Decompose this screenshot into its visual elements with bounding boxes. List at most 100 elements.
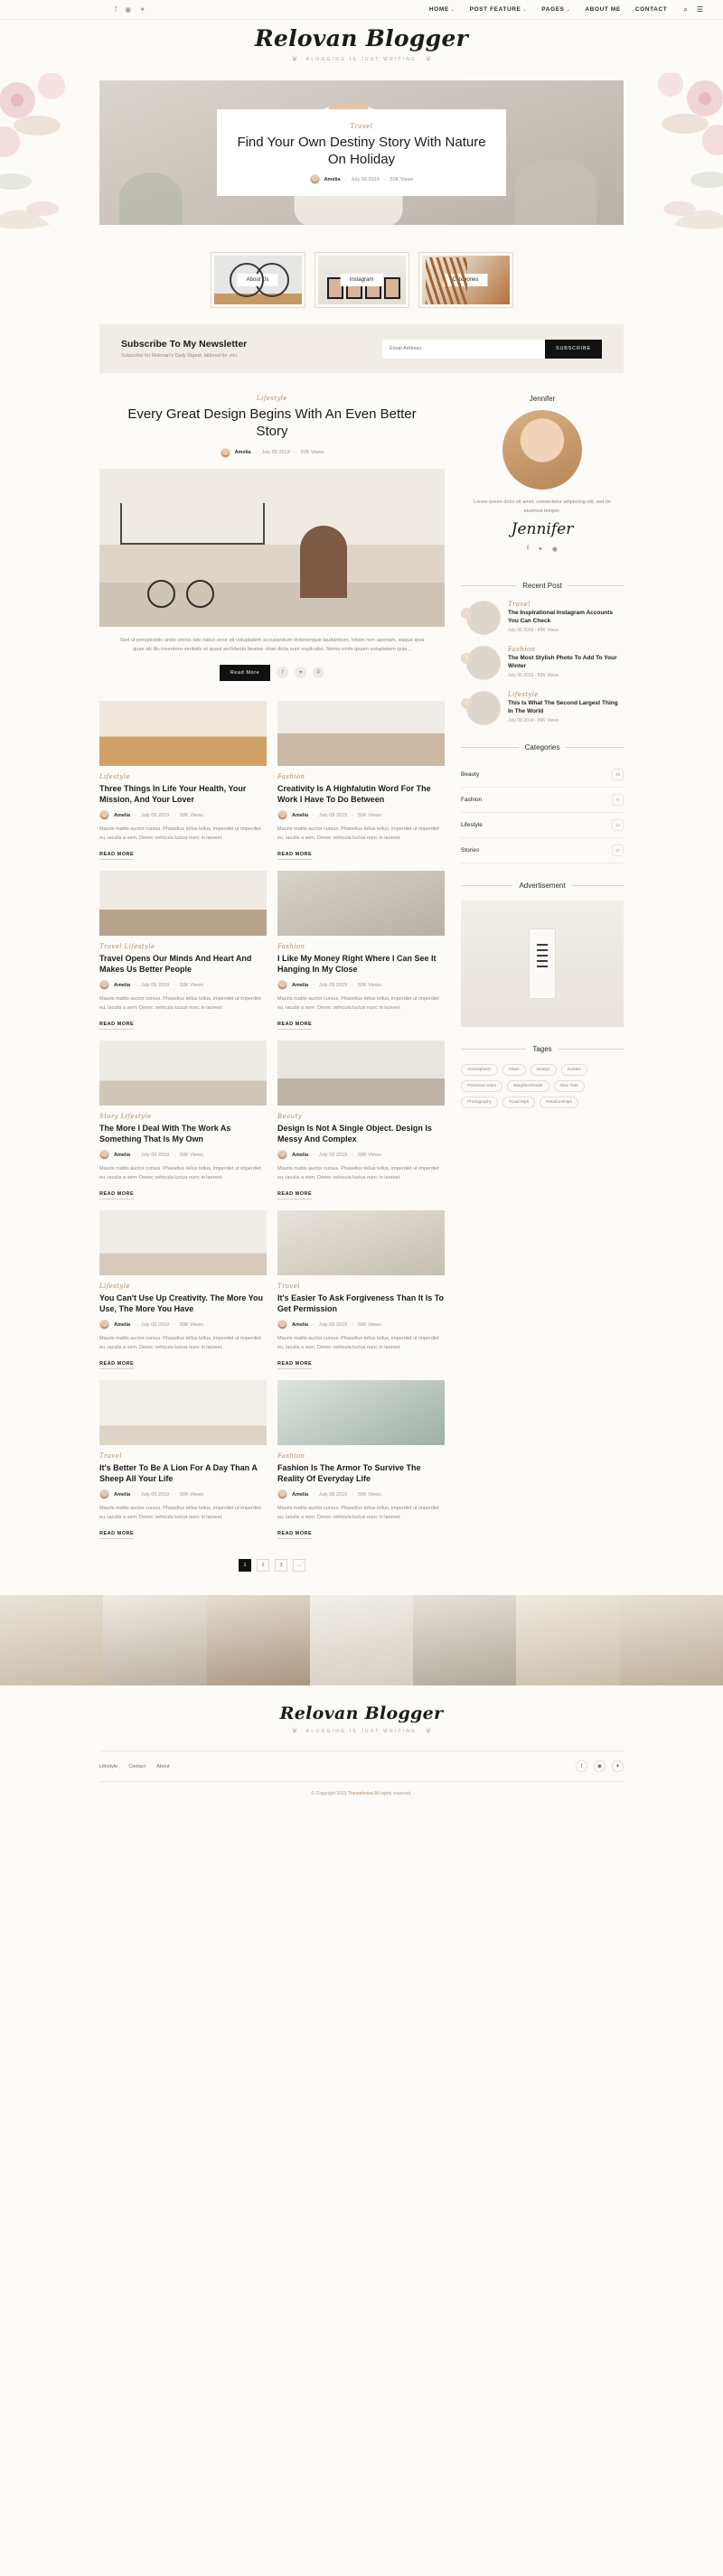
tag-atmospheric[interactable]: Atmospheric (461, 1063, 498, 1076)
recent-post-title[interactable]: This Is What The Second Largest Thing In… (508, 700, 624, 716)
post-title[interactable]: Creativity Is A Highfalutin Word For The… (277, 783, 445, 805)
post-category[interactable]: Fashion (277, 943, 445, 950)
instagram-icon[interactable]: ◉ (125, 5, 131, 14)
featured-author[interactable]: Amelia (235, 450, 251, 455)
advertisement-banner[interactable] (461, 900, 624, 1027)
category-item-fashion[interactable]: Fashion 9 (461, 788, 624, 813)
post-category[interactable]: Travel Lifestyle (99, 943, 267, 950)
twitter-icon[interactable]: ✦ (295, 667, 307, 679)
footer-link-about[interactable]: About (156, 1764, 169, 1769)
post-thumbnail[interactable] (99, 700, 267, 766)
instagram-photo[interactable] (619, 1595, 723, 1686)
post-title[interactable]: Three Things In Life Your Health, Your M… (99, 783, 267, 805)
read-more-link[interactable]: READ MORE (99, 1022, 135, 1031)
recent-post-item[interactable]: 1 Travel The Inspirational Instagram Acc… (461, 600, 624, 635)
hero-author[interactable]: Amelia (324, 177, 341, 182)
tag-relationships[interactable]: Relationships (540, 1096, 578, 1108)
instagram-icon[interactable]: ◉ (594, 1760, 606, 1773)
category-item-beauty[interactable]: Beauty 19 (461, 762, 624, 788)
instagram-photo[interactable] (206, 1595, 310, 1686)
category-item-stories[interactable]: Stories 17 (461, 838, 624, 863)
read-more-link[interactable]: READ MORE (277, 1022, 313, 1031)
post-title[interactable]: I Like My Money Right Where I Can See It… (277, 953, 445, 975)
recent-post-category[interactable]: Travel (508, 601, 624, 608)
post-thumbnail[interactable] (99, 1210, 267, 1276)
twitter-icon[interactable]: ✦ (612, 1760, 624, 1773)
nav-item-about-me[interactable]: ABOUT ME (585, 6, 620, 13)
hero-category[interactable]: Travel (230, 123, 493, 130)
feature-box-instagram[interactable]: Instagram (314, 252, 409, 308)
post-category[interactable]: Travel (277, 1283, 445, 1290)
tag-new-york[interactable]: New York (553, 1079, 585, 1092)
pagination-page-3[interactable]: 3 (275, 1559, 287, 1573)
copyright-brand[interactable]: Themeforest (348, 1791, 373, 1797)
post-author[interactable]: Amelia (114, 1322, 130, 1328)
recent-post-category[interactable]: Fashion (508, 646, 624, 653)
nav-item-pages[interactable]: PAGES ⌄ (541, 6, 570, 13)
post-thumbnail[interactable] (277, 871, 445, 936)
post-thumbnail[interactable] (277, 1210, 445, 1276)
post-author[interactable]: Amelia (114, 813, 130, 818)
post-title[interactable]: You Can't Use Up Creativity. The More Yo… (99, 1293, 267, 1314)
post-title[interactable]: Design Is Not A Single Object. Design Is… (277, 1123, 445, 1144)
twitter-icon[interactable]: ✦ (538, 546, 543, 553)
search-icon[interactable]: ⌕ (683, 5, 687, 14)
post-category[interactable]: Lifestyle (99, 773, 267, 780)
post-author[interactable]: Amelia (292, 983, 308, 988)
read-more-button[interactable]: Read More (219, 664, 271, 681)
post-thumbnail[interactable] (277, 700, 445, 766)
instagram-icon[interactable]: ◉ (552, 546, 558, 553)
post-title[interactable]: It's Easier To Ask Forgiveness Than It I… (277, 1293, 445, 1314)
post-author[interactable]: Amelia (292, 813, 308, 818)
post-category[interactable]: Lifestyle (99, 1283, 267, 1290)
site-logo[interactable]: Relovan Blogger (0, 27, 723, 50)
recent-post-thumbnail[interactable] (466, 690, 501, 725)
instagram-photo[interactable] (413, 1595, 517, 1686)
nav-item-home[interactable]: HOME ⌄ (429, 6, 455, 13)
post-thumbnail[interactable] (99, 1380, 267, 1446)
post-thumbnail[interactable] (99, 1041, 267, 1106)
feature-box-categories[interactable]: Categories (418, 252, 513, 308)
nav-item-post-feature[interactable]: POST FEATURE ⌄ (470, 6, 528, 13)
footer-link-lifestyle[interactable]: Lifestyle (99, 1764, 117, 1769)
pagination-page-1[interactable]: 1 (239, 1559, 251, 1573)
read-more-link[interactable]: READ MORE (277, 852, 313, 860)
featured-title[interactable]: Every Great Design Begins With An Even B… (125, 406, 419, 441)
tag-design[interactable]: Design (530, 1063, 557, 1076)
subscribe-button[interactable]: SUBSCRIBE (545, 339, 602, 359)
instagram-photo[interactable] (0, 1595, 104, 1686)
post-category[interactable]: Fashion (277, 773, 445, 780)
post-author[interactable]: Amelia (292, 1492, 308, 1498)
post-author[interactable]: Amelia (292, 1322, 308, 1328)
tag-road-trips[interactable]: Road trips (502, 1096, 536, 1108)
read-more-link[interactable]: READ MORE (99, 852, 135, 860)
hero-title[interactable]: Find Your Own Destiny Story With Nature … (230, 135, 493, 169)
menu-icon[interactable]: ☰ (697, 5, 703, 14)
pinterest-icon[interactable]: P (313, 667, 325, 679)
post-thumbnail[interactable] (277, 1380, 445, 1446)
instagram-photo[interactable] (309, 1595, 414, 1686)
post-category[interactable]: Fashion (277, 1452, 445, 1460)
read-more-link[interactable]: READ MORE (99, 1531, 135, 1540)
tag-cities[interactable]: Cities (502, 1063, 526, 1076)
recent-post-item[interactable]: 2 Fashion The Most Stylish Photo To Add … (461, 645, 624, 680)
post-author[interactable]: Amelia (114, 1153, 130, 1158)
recent-post-title[interactable]: The Most Stylish Photo To Add To Your Wi… (508, 655, 624, 671)
read-more-link[interactable]: READ MORE (277, 1191, 313, 1200)
footer-logo[interactable]: Relovan Blogger (0, 1705, 723, 1722)
tag-neighborhoods[interactable]: Neighborhoods (507, 1079, 549, 1092)
facebook-icon[interactable]: f (277, 667, 289, 679)
featured-category[interactable]: Lifestyle (99, 395, 445, 402)
pagination-next[interactable]: → (293, 1559, 305, 1573)
read-more-link[interactable]: READ MORE (277, 1531, 313, 1540)
tag-guides[interactable]: Guides (560, 1063, 587, 1076)
feature-label[interactable]: About Us (237, 274, 278, 286)
post-thumbnail[interactable] (99, 871, 267, 936)
pagination-page-2[interactable]: 2 (257, 1559, 269, 1573)
post-author[interactable]: Amelia (292, 1153, 308, 1158)
twitter-icon[interactable]: ✦ (139, 5, 146, 14)
email-input[interactable] (382, 339, 545, 359)
post-author[interactable]: Amelia (114, 983, 130, 988)
feature-label[interactable]: Categories (443, 274, 488, 286)
post-author[interactable]: Amelia (114, 1492, 130, 1498)
